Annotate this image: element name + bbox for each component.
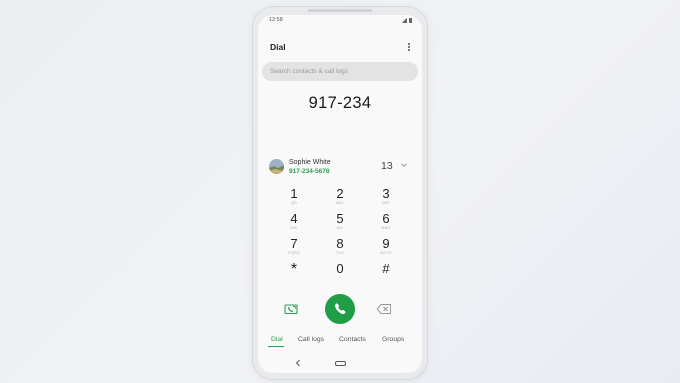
key-hash[interactable]: #	[363, 262, 409, 286]
tab-call-logs[interactable]: Call logs	[298, 336, 324, 343]
backspace-icon[interactable]	[376, 302, 392, 316]
navigation-bar	[258, 358, 422, 368]
chevron-down-icon[interactable]	[399, 160, 409, 170]
key-4[interactable]: 4 GHI	[271, 212, 317, 236]
key-8[interactable]: 8 TUV	[317, 237, 363, 261]
tab-groups[interactable]: Groups	[382, 336, 404, 343]
more-options-icon[interactable]	[406, 41, 412, 53]
active-tab-indicator	[268, 346, 284, 347]
suggestion-name: Sophie White	[289, 159, 331, 166]
signal-icon	[402, 18, 407, 23]
status-icons	[402, 18, 412, 23]
phone-frame: 12:58 Dial Search contacts & call logs 9…	[253, 7, 427, 379]
key-5[interactable]: 5 JKL	[317, 212, 363, 236]
phone-top-edge	[308, 9, 372, 12]
call-button[interactable]	[325, 294, 355, 324]
battery-icon	[409, 18, 412, 23]
contact-suggestion[interactable]: Sophie White 917-234-5678 13	[269, 157, 411, 177]
phone-icon	[335, 303, 346, 315]
key-2[interactable]: 2 ABC	[317, 187, 363, 211]
key-1[interactable]: 1 QD	[271, 187, 317, 211]
page-title: Dial	[270, 42, 286, 52]
status-bar: 12:58	[258, 15, 422, 27]
suggestion-number: 917-234-5678	[289, 168, 330, 175]
key-3[interactable]: 3 DEF	[363, 187, 409, 211]
tab-contacts[interactable]: Contacts	[339, 336, 366, 343]
search-input[interactable]: Search contacts & call logs	[262, 62, 418, 81]
tab-dial[interactable]: Dial	[271, 336, 283, 343]
dial-actions	[258, 294, 422, 324]
avatar	[269, 159, 284, 174]
key-6[interactable]: 6 MNO	[363, 212, 409, 236]
key-star[interactable]: *	[271, 262, 317, 286]
nav-home-icon[interactable]	[335, 361, 346, 366]
video-call-icon[interactable]	[284, 302, 298, 316]
key-7[interactable]: 7 PQRS	[271, 237, 317, 261]
nav-back-icon[interactable]	[294, 358, 302, 368]
phone-screen: 12:58 Dial Search contacts & call logs 9…	[258, 15, 422, 373]
key-9[interactable]: 9 WXYZ	[363, 237, 409, 261]
match-count: 13	[381, 160, 393, 172]
dialed-number: 917-234	[308, 94, 372, 112]
key-0[interactable]: 0 +	[317, 262, 363, 286]
bottom-tabs: Dial Call logs Contacts Groups	[258, 336, 422, 348]
status-time: 12:58	[269, 17, 283, 23]
